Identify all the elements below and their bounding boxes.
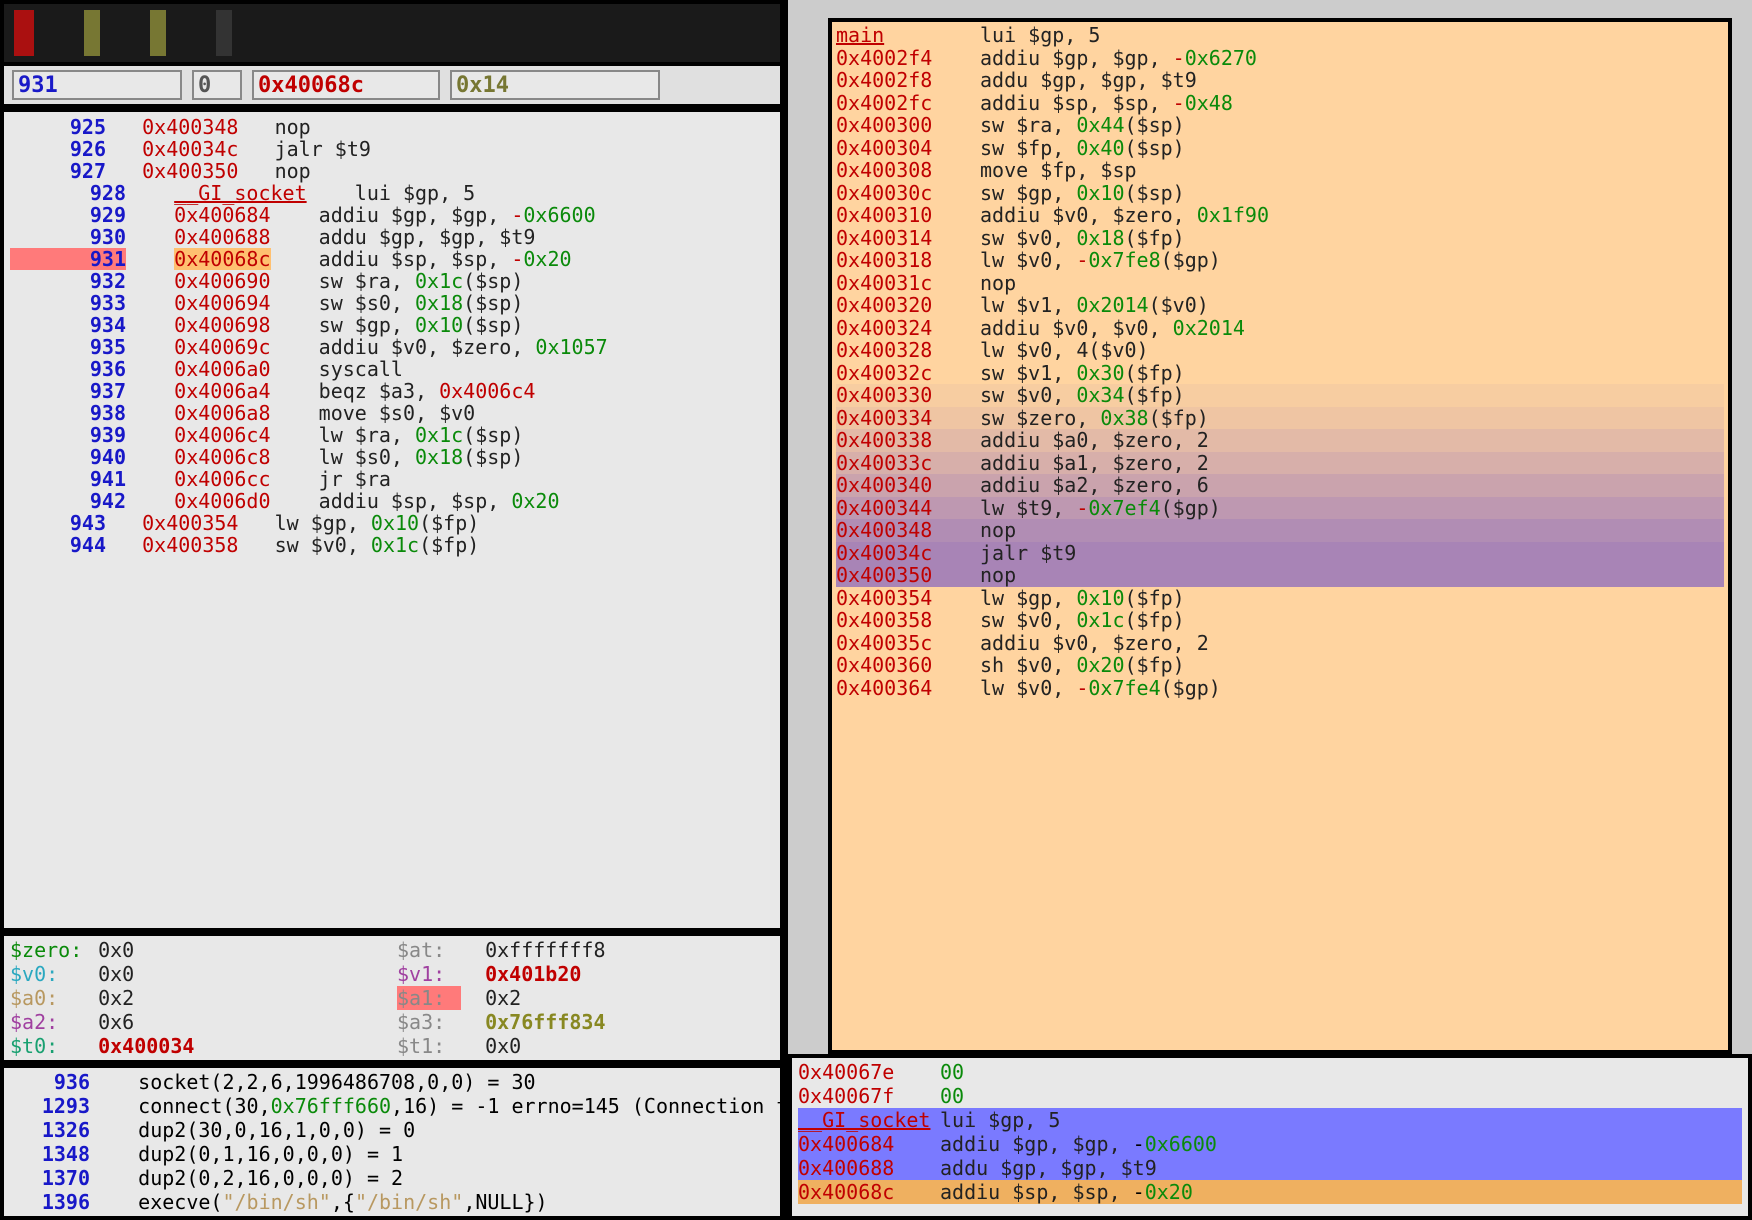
trace-row[interactable]: 1370 dup2(0,2,16,0,0,0) = 2 — [10, 1166, 774, 1190]
disasm-row[interactable]: 943 0x400354 lw $gp, 0x10($fp) — [10, 512, 780, 534]
register-cell: $a3: 0x76fff834 — [397, 1010, 774, 1034]
register-cell: $zero: 0x0 — [10, 938, 387, 962]
right-disasm-row[interactable]: 0x400328lw $v0, 4($v0) — [836, 339, 1724, 362]
right-disasm-row[interactable]: 0x400324addiu $v0, $v0, 0x2014 — [836, 317, 1724, 340]
disasm-row[interactable]: 936 0x4006a0 syscall — [10, 358, 780, 380]
right-disasm-row[interactable]: 0x40035caddiu $v0, $zero, 2 — [836, 632, 1724, 655]
addr-input[interactable] — [252, 70, 440, 100]
right-disasm-row[interactable]: 0x40031cnop — [836, 272, 1724, 295]
disasm-row[interactable]: 927 0x400350 nop — [10, 160, 780, 182]
right-disasm-row[interactable]: 0x400358sw $v0, 0x1c($fp) — [836, 609, 1724, 632]
right-disasm-row[interactable]: 0x40034cjalr $t9 — [836, 542, 1724, 565]
right-disasm-row[interactable]: 0x400314sw $v0, 0x18($fp) — [836, 227, 1724, 250]
right-disasm-row[interactable]: 0x400360sh $v0, 0x20($fp) — [836, 654, 1724, 677]
tab-strip — [0, 0, 784, 64]
right-disasm-row[interactable]: 0x400304sw $fp, 0x40($sp) — [836, 137, 1724, 160]
disasm-row[interactable]: 939 0x4006c4 lw $ra, 0x1c($sp) — [10, 424, 780, 446]
right-bottom-row[interactable]: 0x400684addiu $gp, $gp, -0x6600 — [798, 1132, 1742, 1156]
register-cell: $a1: 0x2 — [397, 986, 774, 1010]
register-cell: $v1: 0x401b20 — [397, 962, 774, 986]
right-bottom-row[interactable]: 0x400688addu $gp, $gp, $t9 — [798, 1156, 1742, 1180]
disasm-row[interactable]: 938 0x4006a8 move $s0, $v0 — [10, 402, 780, 424]
right-disasm-row[interactable]: 0x4002f4addiu $gp, $gp, -0x6270 — [836, 47, 1724, 70]
disasm-row[interactable]: 930 0x400688 addu $gp, $gp, $t9 — [10, 226, 780, 248]
right-disasm-row[interactable]: 0x400300sw $ra, 0x44($sp) — [836, 114, 1724, 137]
inputs-row — [0, 64, 784, 108]
right-disasm-row[interactable]: 0x400334sw $zero, 0x38($fp) — [836, 407, 1724, 430]
disasm-row[interactable]: 935 0x40069c addiu $v0, $zero, 0x1057 — [10, 336, 780, 358]
right-disasm-row[interactable]: 0x40032csw $v1, 0x30($fp) — [836, 362, 1724, 385]
disasm-row[interactable]: 937 0x4006a4 beqz $a3, 0x4006c4 — [10, 380, 780, 402]
right-column: mainlui $gp, 50x4002f4addiu $gp, $gp, -0… — [788, 0, 1752, 1220]
right-disasm-row[interactable]: 0x400330sw $v0, 0x34($fp) — [836, 384, 1724, 407]
offset-input[interactable] — [192, 70, 242, 100]
disasm-row[interactable]: 925 0x400348 nop — [10, 116, 780, 138]
disasm-row[interactable]: 941 0x4006cc jr $ra — [10, 468, 780, 490]
right-disasm-row[interactable]: 0x400320lw $v1, 0x2014($v0) — [836, 294, 1724, 317]
registers-pane: $zero: 0x0 $at: 0xfffffff8 $v0: 0x0 $v1: 0x… — [0, 932, 784, 1064]
disasm-row[interactable]: 929 0x400684 addiu $gp, $gp, -0x6600 — [10, 204, 780, 226]
tab-2[interactable] — [84, 10, 100, 56]
right-disasm-row[interactable]: 0x400308move $fp, $sp — [836, 159, 1724, 182]
register-cell: $a0: 0x2 — [10, 986, 387, 1010]
left-column: 925 0x400348 nop926 0x40034c jalr $t9927… — [0, 0, 788, 1220]
count-input[interactable] — [450, 70, 660, 100]
disasm-row[interactable]: 931 0x40068c addiu $sp, $sp, -0x20 — [10, 248, 780, 270]
disasm-row[interactable]: 932 0x400690 sw $ra, 0x1c($sp) — [10, 270, 780, 292]
disasm-row[interactable]: 942 0x4006d0 addiu $sp, $sp, 0x20 — [10, 490, 780, 512]
right-disasm-row[interactable]: 0x400318lw $v0, -0x7fe8($gp) — [836, 249, 1724, 272]
app-root: 925 0x400348 nop926 0x40034c jalr $t9927… — [0, 0, 1752, 1220]
disasm-pane[interactable]: 925 0x400348 nop926 0x40034c jalr $t9927… — [0, 108, 784, 932]
right-bottom-pane[interactable]: 0x40067e000x40067f00__GI_socketlui $gp, … — [788, 1054, 1752, 1220]
register-cell: $a2: 0x6 — [10, 1010, 387, 1034]
tab-4[interactable] — [216, 10, 232, 56]
disasm-row[interactable]: 933 0x400694 sw $s0, 0x18($sp) — [10, 292, 780, 314]
right-bottom-row[interactable]: 0x40067f00 — [798, 1084, 1742, 1108]
register-cell: $t1: 0x0 — [397, 1034, 774, 1058]
right-disasm-row[interactable]: 0x400354lw $gp, 0x10($fp) — [836, 587, 1724, 610]
right-disasm-row[interactable]: 0x400364lw $v0, -0x7fe4($gp) — [836, 677, 1724, 700]
right-disasm-row[interactable]: 0x400348nop — [836, 519, 1724, 542]
right-disasm-row[interactable]: 0x400310addiu $v0, $zero, 0x1f90 — [836, 204, 1724, 227]
register-cell: $t0: 0x400034 — [10, 1034, 387, 1058]
trace-row[interactable]: 1326 dup2(30,0,16,1,0,0) = 0 — [10, 1118, 774, 1142]
right-disasm-row[interactable]: 0x400344lw $t9, -0x7ef4($gp) — [836, 497, 1724, 520]
right-disasm-row[interactable]: 0x400340addiu $a2, $zero, 6 — [836, 474, 1724, 497]
right-disasm-row[interactable]: 0x40030csw $gp, 0x10($sp) — [836, 182, 1724, 205]
tab-active[interactable] — [14, 10, 34, 56]
trace-row[interactable]: 1396 execve("/bin/sh",{"/bin/sh",NULL}) — [10, 1190, 774, 1214]
register-cell: $v0: 0x0 — [10, 962, 387, 986]
right-disasm-row[interactable]: 0x4002fcaddiu $sp, $sp, -0x48 — [836, 92, 1724, 115]
right-disasm-row[interactable]: 0x40033caddiu $a1, $zero, 2 — [836, 452, 1724, 475]
disasm-row[interactable]: 944 0x400358 sw $v0, 0x1c($fp) — [10, 534, 780, 556]
trace-row[interactable]: 1293 connect(30,0x76fff660,16) = -1 errn… — [10, 1094, 774, 1118]
disasm-row[interactable]: 926 0x40034c jalr $t9 — [10, 138, 780, 160]
right-disasm-row[interactable]: mainlui $gp, 5 — [836, 24, 1724, 47]
trace-pane[interactable]: 936 socket(2,2,6,1996486708,0,0) = 30129… — [0, 1064, 784, 1220]
right-bottom-row[interactable]: 0x40067e00 — [798, 1060, 1742, 1084]
right-disasm-row[interactable]: 0x4002f8addu $gp, $gp, $t9 — [836, 69, 1724, 92]
register-cell: $at: 0xfffffff8 — [397, 938, 774, 962]
trace-row[interactable]: 1348 dup2(0,1,16,0,0,0) = 1 — [10, 1142, 774, 1166]
right-disasm-pane[interactable]: mainlui $gp, 50x4002f4addiu $gp, $gp, -0… — [828, 18, 1732, 1054]
disasm-row[interactable]: 940 0x4006c8 lw $s0, 0x18($sp) — [10, 446, 780, 468]
line-input[interactable] — [12, 70, 182, 100]
right-disasm-row[interactable]: 0x400350nop — [836, 564, 1724, 587]
tab-3[interactable] — [150, 10, 166, 56]
right-bottom-row[interactable]: __GI_socketlui $gp, 5 — [798, 1108, 1742, 1132]
disasm-row[interactable]: 928 __GI_socket lui $gp, 5 — [10, 182, 780, 204]
trace-row[interactable]: 936 socket(2,2,6,1996486708,0,0) = 30 — [10, 1070, 774, 1094]
disasm-row[interactable]: 934 0x400698 sw $gp, 0x10($sp) — [10, 314, 780, 336]
right-disasm-row[interactable]: 0x400338addiu $a0, $zero, 2 — [836, 429, 1724, 452]
right-bottom-row[interactable]: 0x40068caddiu $sp, $sp, -0x20 — [798, 1180, 1742, 1204]
